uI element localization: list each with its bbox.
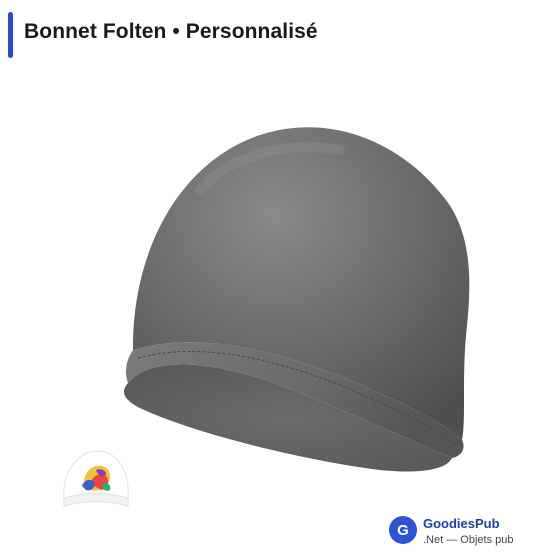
brand-name: GoodiesPub — [423, 516, 500, 531]
brand-badge[interactable]: G GoodiesPub .Net — Objets pub — [389, 514, 549, 550]
brand-tagline: .Net — Objets pub — [423, 534, 514, 546]
brand-logo-icon: G — [389, 516, 417, 544]
beanie-thumbnail-icon — [63, 450, 129, 507]
product-thumbnail[interactable] — [56, 440, 136, 520]
